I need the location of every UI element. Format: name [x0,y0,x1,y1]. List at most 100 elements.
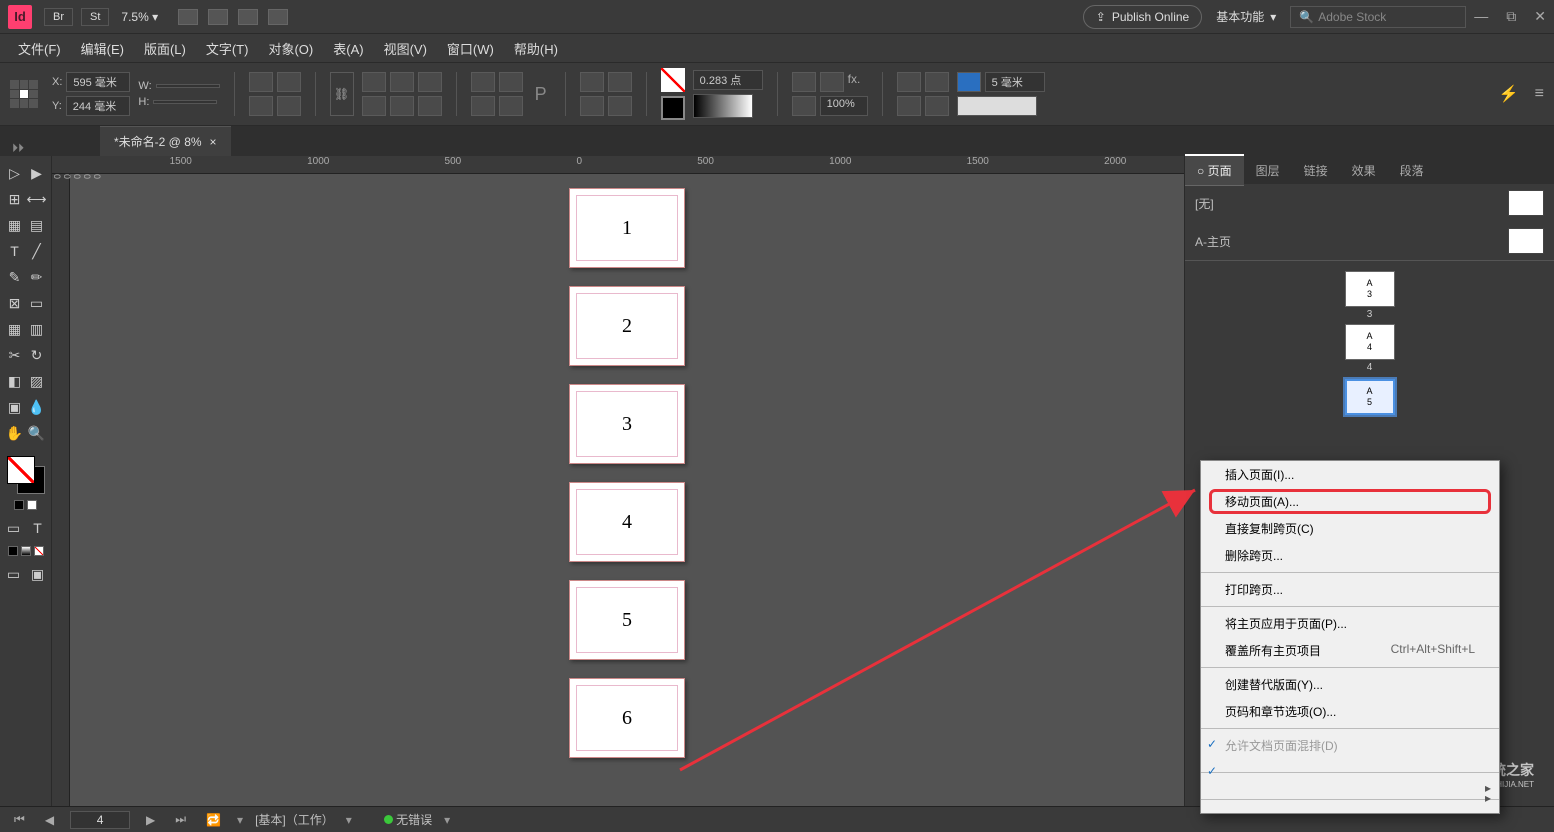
ctx-page-numbering[interactable]: 页码和章节选项(O)... [1201,698,1499,725]
ctx-override-master[interactable]: 覆盖所有主页项目Ctrl+Alt+Shift+L [1201,637,1499,664]
rotate-icon[interactable] [249,72,273,92]
page[interactable]: 2 [569,286,685,366]
pages-scroll-area[interactable]: 1 2 3 4 5 6 [70,174,1184,806]
direct-selection-tool[interactable]: ▶ [27,163,47,183]
ctx-allow-shuffle[interactable]: 允许文档页面混排(D) [1201,732,1499,759]
page[interactable]: 4 [569,482,685,562]
align-icon[interactable] [608,72,632,92]
content-collector-tool[interactable]: ▦ [5,215,25,235]
ctx-apply-master[interactable]: 将主页应用于页面(P)... [1201,610,1499,637]
corner-icon[interactable] [897,96,921,116]
format-container-icon[interactable]: ▭ [4,518,24,538]
apply-color-icon[interactable] [8,546,18,556]
arrange-docs-icon[interactable] [268,9,288,25]
grid-tool[interactable]: ▦ [5,319,25,339]
rotate-90-icon[interactable] [471,72,495,92]
shear-icon[interactable] [362,72,386,92]
page-tool[interactable]: ⊞ [5,189,25,209]
effects-icon[interactable] [792,72,816,92]
zoom-tool[interactable]: 🔍 [27,423,47,443]
rectangle-frame-tool[interactable]: ⊠ [5,293,25,313]
hand-tool[interactable]: ✋ [5,423,25,443]
menu-edit[interactable]: 编辑(E) [71,35,134,62]
align-icon[interactable] [580,72,604,92]
flip-v-icon[interactable] [499,96,523,116]
apply-gradient-icon[interactable] [21,546,31,556]
first-page-button[interactable]: ⏮ [10,812,29,827]
stroke-style-select[interactable] [693,94,753,118]
rotate-icon[interactable] [277,72,301,92]
ctx-submenu[interactable]: ▸ [1201,776,1499,786]
screen-mode-icon[interactable] [238,9,258,25]
gradient-swatch[interactable] [957,96,1037,116]
page[interactable]: 5 [569,580,685,660]
gradient-feather-tool[interactable]: ▨ [27,371,47,391]
minimize-button[interactable]: — [1474,8,1488,25]
view-option-icon[interactable] [178,9,198,25]
normal-view-icon[interactable]: ▭ [4,564,24,584]
rectangle-tool[interactable]: ▭ [27,293,47,313]
distribute-icon[interactable] [580,96,604,116]
adobe-stock-search[interactable]: 🔍 Adobe Stock [1290,6,1466,28]
tab-links[interactable]: 链接 [1292,156,1340,185]
fill-swatch[interactable] [661,68,685,92]
menu-file[interactable]: 文件(F) [8,35,71,62]
eyedropper-tool[interactable]: 💧 [27,397,47,417]
open-dialog-button[interactable]: 🔁 [202,813,225,827]
close-button[interactable]: ✕ [1534,8,1546,25]
master-none-row[interactable]: [无] [1185,184,1554,222]
rotate-90-icon[interactable] [499,72,523,92]
fill-stroke-swatches[interactable] [7,456,45,494]
type-tool[interactable]: T [5,241,25,261]
note-tool[interactable]: ▣ [5,397,25,417]
ctx-submenu[interactable]: ▸ [1201,786,1499,796]
menu-view[interactable]: 视图(V) [374,35,437,62]
stroke-weight-input[interactable]: 0.283 点 [693,70,763,90]
chain-icon[interactable]: ⛓ [330,72,354,116]
menu-layout[interactable]: 版面(L) [134,35,196,62]
flip-h-icon[interactable] [471,96,495,116]
last-page-button[interactable]: ⏭ [171,812,190,827]
flip-icon[interactable] [277,96,301,116]
distribute-icon[interactable] [608,96,632,116]
panel-menu-icon[interactable]: ≡ [1535,85,1544,103]
next-page-button[interactable]: ▶ [142,813,159,827]
zoom-level[interactable]: 7.5% ▾ [121,10,158,24]
line-tool[interactable]: ╱ [27,241,47,261]
tab-pages[interactable]: ○ 页面 [1185,154,1244,186]
pen-tool[interactable]: ✎ [5,267,25,287]
apply-none-icon[interactable] [34,546,44,556]
reference-point-grid[interactable] [10,80,38,108]
menu-table[interactable]: 表(A) [323,35,373,62]
scale-icon[interactable] [418,72,442,92]
h-input[interactable] [153,100,217,104]
menu-window[interactable]: 窗口(W) [437,35,504,62]
close-tab-icon[interactable]: × [210,135,217,149]
content-placer-tool[interactable]: ▤ [27,215,47,235]
flip-icon[interactable] [249,96,273,116]
gradient-swatch-tool[interactable]: ◧ [5,371,25,391]
page[interactable]: 1 [569,188,685,268]
maximize-button[interactable]: ⧉ [1506,8,1516,25]
publish-online-button[interactable]: ⇪ Publish Online [1083,5,1202,29]
default-white-swatch[interactable] [27,500,37,510]
corner-icon[interactable] [925,96,949,116]
corner-options-icon[interactable] [957,72,981,92]
opacity-icon[interactable] [792,96,816,116]
menu-type[interactable]: 文字(T) [196,35,259,62]
canvas[interactable]: 150010005000500100015002000 00000 1 2 3 … [52,156,1184,806]
opacity-input[interactable]: 100% [820,96,868,116]
free-transform-tool[interactable]: ↻ [27,345,47,365]
default-black-swatch[interactable] [14,500,24,510]
stock-button[interactable]: St [81,8,109,26]
corner-input[interactable]: 5 毫米 [985,72,1045,92]
text-wrap-icon[interactable] [897,72,921,92]
selection-tool[interactable]: ▷ [5,163,25,183]
workspace-selector[interactable]: 基本功能▾ [1216,8,1276,25]
page[interactable]: 6 [569,678,685,758]
page-thumb[interactable]: A3 3 [1345,271,1395,320]
effects-icon[interactable] [820,72,844,92]
preview-view-icon[interactable]: ▣ [28,564,48,584]
tab-effects[interactable]: 效果 [1340,156,1388,185]
ctx-delete-spread[interactable]: 删除跨页... [1201,542,1499,569]
